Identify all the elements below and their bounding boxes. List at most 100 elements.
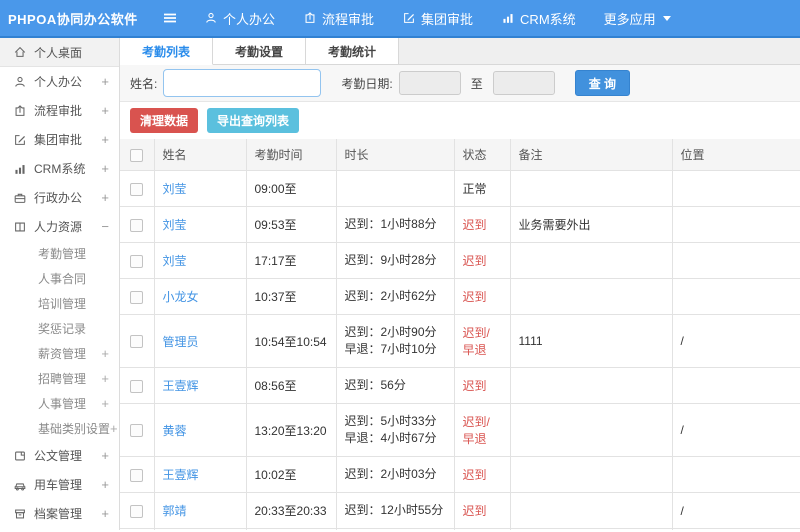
sidebar-item-personal-desktop[interactable]: 个人桌面	[0, 38, 119, 67]
sidebar-subitem-reward-records[interactable]: 奖惩记录	[0, 316, 119, 341]
tab-attendance-settings[interactable]: 考勤设置	[213, 38, 307, 64]
expand-plus-icon[interactable]: +	[101, 132, 109, 147]
date-to-label: 至	[470, 76, 483, 91]
employee-name-link[interactable]: 王壹辉	[163, 379, 199, 393]
status-badge: 迟到	[453, 456, 511, 493]
share-icon	[13, 104, 27, 118]
tab-attendance-list[interactable]: 考勤列表	[120, 38, 214, 65]
sidebar-subitem-attendance-management[interactable]: 考勤管理	[0, 241, 119, 266]
nav-item-label: 更多应用	[603, 11, 656, 27]
duration-cell: 迟到：9小时28分	[335, 242, 455, 279]
sidebar-item-label: 公文管理	[34, 449, 83, 463]
row-checkbox[interactable]	[130, 379, 144, 393]
sidebar-item-personal-office[interactable]: 个人办公 +	[0, 67, 119, 96]
expand-plus-icon[interactable]: +	[101, 506, 109, 521]
table-row: 黄蓉 13:20至13:20 迟到：5小时33分 早退：4小时67分 迟到/早退 /	[120, 403, 800, 457]
employee-name-link[interactable]: 刘莹	[163, 254, 187, 268]
employee-name-link[interactable]: 郭靖	[163, 504, 187, 518]
sidebar-item-label: 用车管理	[34, 478, 83, 492]
column-header: 状态	[453, 139, 511, 171]
table-row: 刘莹 09:53至 迟到：1小时88分 迟到 业务需要外出	[120, 206, 800, 243]
expand-plus-icon[interactable]: +	[110, 421, 118, 436]
employee-name-link[interactable]: 管理员	[163, 335, 199, 349]
chart-icon	[501, 11, 515, 25]
table-header-row: 姓名 考勤时间 时长 状态 备注 位置	[120, 139, 800, 171]
hamburger-icon[interactable]	[150, 10, 190, 26]
employee-name-link[interactable]: 刘莹	[163, 182, 187, 196]
sidebar-item-group-approval[interactable]: 集团审批 +	[0, 125, 119, 154]
expand-plus-icon[interactable]: +	[101, 477, 109, 492]
location-cell	[671, 206, 800, 243]
sidebar-subitem-personnel-contract[interactable]: 人事合同	[0, 266, 119, 291]
table-row: 郭靖 20:33至20:33 迟到：12小时55分 迟到 /	[120, 492, 800, 529]
sidebar-item-crm-system[interactable]: CRM系统 +	[0, 154, 119, 183]
expand-plus-icon[interactable]: +	[101, 190, 109, 205]
column-header: 备注	[509, 139, 673, 171]
sidebar-subitem-salary-management[interactable]: 薪资管理 +	[0, 341, 119, 366]
sidebar-subitem-recruitment-management[interactable]: 招聘管理 +	[0, 366, 119, 391]
sidebar-item-vehicle-management[interactable]: 用车管理 +	[0, 470, 119, 499]
expand-plus-icon[interactable]: +	[101, 103, 109, 118]
expand-plus-icon[interactable]: +	[101, 396, 109, 411]
sidebar-subitem-personnel-management[interactable]: 人事管理 +	[0, 391, 119, 416]
briefcase-icon	[13, 191, 27, 205]
date-to-input[interactable]	[492, 71, 555, 95]
row-checkbox[interactable]	[130, 290, 144, 304]
column-header: 考勤时间	[245, 139, 337, 171]
expand-plus-icon[interactable]: +	[101, 74, 109, 89]
duration-line: 迟到：12小时55分	[344, 503, 444, 517]
employee-name-link[interactable]: 小龙女	[163, 290, 199, 304]
clear-data-button[interactable]: 清理数据	[130, 108, 199, 133]
row-checkbox[interactable]	[130, 504, 144, 518]
sidebar-item-archive-management[interactable]: 档案管理 +	[0, 499, 119, 528]
row-checkbox[interactable]	[130, 218, 144, 232]
chart-icon	[13, 162, 27, 176]
sidebar-item-workflow-approval[interactable]: 流程审批 +	[0, 96, 119, 125]
collapse-minus-icon[interactable]: −	[101, 219, 109, 234]
sidebar-subitem-training-management[interactable]: 培训管理	[0, 291, 119, 316]
sidebar-subitem-base-category-settings[interactable]: 基础类别设置 +	[0, 416, 119, 441]
nav-item-personal-office[interactable]: 个人办公	[190, 0, 289, 36]
sidebar-item-document-management[interactable]: 公文管理 +	[0, 441, 119, 470]
row-checkbox[interactable]	[130, 468, 144, 482]
expand-plus-icon[interactable]: +	[101, 448, 109, 463]
row-checkbox[interactable]	[130, 335, 144, 349]
expand-plus-icon[interactable]: +	[101, 371, 109, 386]
row-checkbox[interactable]	[130, 182, 144, 196]
query-button[interactable]: 查 询	[574, 70, 631, 96]
sidebar-item-label: 个人办公	[34, 75, 83, 89]
home-icon	[13, 45, 27, 59]
status-badge: 迟到	[453, 242, 511, 279]
row-checkbox[interactable]	[130, 254, 144, 268]
employee-name-link[interactable]: 黄蓉	[163, 424, 187, 438]
sidebar-item-admin-office[interactable]: 行政办公 +	[0, 183, 119, 212]
sidebar-subitem-label: 薪资管理	[38, 347, 87, 361]
tab-attendance-statistics[interactable]: 考勤统计	[306, 38, 400, 64]
name-input[interactable]	[163, 69, 322, 97]
duration-line: 迟到：2小时62分	[344, 289, 437, 303]
expand-plus-icon[interactable]: +	[101, 161, 109, 176]
attendance-time-cell: 08:56至	[245, 367, 337, 404]
export-list-button[interactable]: 导出查询列表	[207, 108, 300, 133]
date-label: 考勤日期:	[341, 76, 393, 91]
select-all-checkbox[interactable]	[130, 148, 144, 162]
row-checkbox[interactable]	[130, 424, 144, 438]
status-badge: 迟到	[453, 528, 511, 530]
nav-item-label: CRM系统	[520, 11, 576, 27]
table-row: 王壹辉 10:02至 迟到：2小时03分 迟到	[120, 456, 800, 493]
sidebar-item-project-management[interactable]: 项目管理+	[0, 528, 119, 530]
action-bar: 清理数据 导出查询列表	[120, 102, 800, 139]
attendance-time-cell: 10:02至	[245, 456, 337, 493]
nav-item-group-approval[interactable]: 集团审批	[388, 0, 487, 36]
employee-name-link[interactable]: 刘莹	[163, 218, 187, 232]
nav-item-workflow-approval[interactable]: 流程审批	[289, 0, 388, 36]
sidebar-subitem-label: 培训管理	[38, 297, 87, 311]
employee-name-link[interactable]: 王壹辉	[163, 468, 199, 482]
sidebar-item-label: CRM系统	[34, 162, 86, 176]
nav-item-crm-system[interactable]: CRM系统	[487, 0, 590, 36]
nav-item-more-apps[interactable]: 更多应用	[590, 0, 685, 36]
sidebar-subitem-label: 考勤管理	[38, 247, 87, 261]
expand-plus-icon[interactable]: +	[101, 346, 109, 361]
date-from-input[interactable]	[398, 71, 461, 95]
sidebar-item-human-resources[interactable]: 人力资源 −	[0, 212, 119, 241]
